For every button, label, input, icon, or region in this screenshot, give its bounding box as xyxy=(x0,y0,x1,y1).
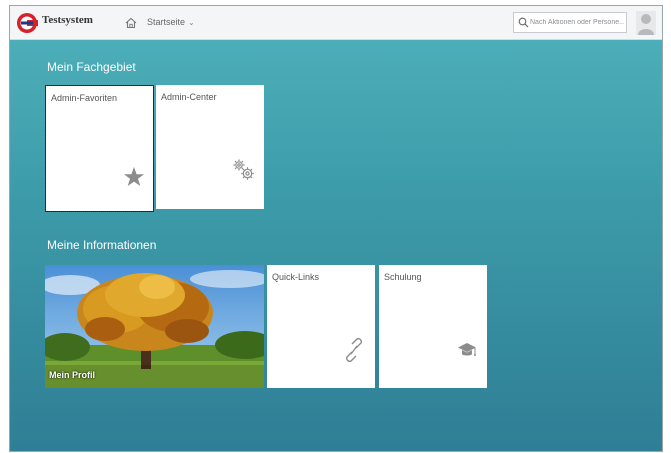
tile-label: Admin-Favoriten xyxy=(51,93,118,103)
nav-menu-button[interactable]: Startseite ⌄ xyxy=(147,17,195,27)
section-title-informationen: Meine Informationen xyxy=(47,238,157,252)
link-icon xyxy=(346,338,362,362)
nav-menu-label: Startseite xyxy=(147,17,186,27)
tile-mein-profil[interactable]: Mein Profil xyxy=(45,265,264,388)
shell-header: Testsystem Startseite ⌄ xyxy=(10,6,662,40)
tile-quick-links[interactable]: Quick-Links xyxy=(267,265,375,388)
tile-label: Schulung xyxy=(384,272,422,282)
user-avatar[interactable] xyxy=(636,11,656,35)
star-icon xyxy=(124,167,144,186)
gears-icon xyxy=(233,159,254,180)
chevron-down-icon: ⌄ xyxy=(188,18,195,27)
company-logo[interactable] xyxy=(16,12,38,34)
search-field[interactable] xyxy=(513,12,627,33)
app-title: Testsystem xyxy=(42,14,93,26)
tile-label: Admin-Center xyxy=(161,92,217,102)
graduation-cap-icon xyxy=(458,343,476,356)
section-title-fachgebiet: Mein Fachgebiet xyxy=(47,60,136,74)
home-icon[interactable] xyxy=(124,16,138,30)
tile-label: Quick-Links xyxy=(272,272,320,282)
app-window: Testsystem Startseite⌄ Mein Fachgebiet A… xyxy=(9,5,663,452)
tile-admin-center[interactable]: Admin-Center xyxy=(156,85,264,209)
search-input[interactable] xyxy=(530,15,624,30)
tile-schulung[interactable]: Schulung xyxy=(379,265,487,388)
tile-admin-favoriten[interactable]: Admin-Favoriten xyxy=(45,85,154,212)
search-icon xyxy=(518,17,529,28)
tile-label: Mein Profil xyxy=(49,370,96,380)
